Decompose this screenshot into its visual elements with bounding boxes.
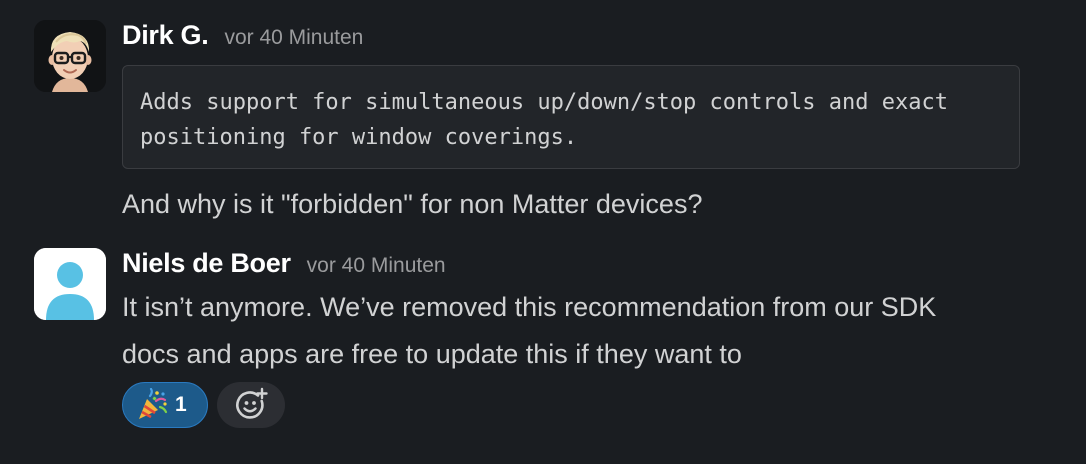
reaction-count: 1 bbox=[175, 393, 187, 416]
author-name[interactable]: Dirk G. bbox=[122, 20, 209, 51]
message-timestamp[interactable]: vor 40 Minuten bbox=[224, 26, 363, 50]
avatar-niels[interactable] bbox=[34, 248, 106, 320]
reaction-bar: 1 bbox=[122, 382, 285, 428]
reaction-party-popper[interactable]: 1 bbox=[122, 382, 208, 428]
message-text-line-2: docs and apps are free to update this if… bbox=[122, 339, 742, 369]
party-popper-icon bbox=[139, 388, 168, 419]
author-name[interactable]: Niels de Boer bbox=[122, 248, 291, 279]
add-emoji-icon bbox=[236, 387, 268, 419]
message-dirk: Dirk G. vor 40 Minuten Adds support for … bbox=[0, 0, 1086, 230]
message-niels: Niels de Boer vor 40 Minuten It isn’t an… bbox=[0, 230, 1086, 464]
message-header: Niels de Boer vor 40 Minuten bbox=[122, 248, 446, 279]
message-timestamp[interactable]: vor 40 Minuten bbox=[307, 254, 446, 278]
message-text: And why is it "forbidden" for non Matter… bbox=[122, 189, 703, 219]
code-block: Adds support for simultaneous up/down/st… bbox=[122, 65, 1020, 169]
memoji-avatar-icon bbox=[34, 20, 106, 92]
add-reaction-button[interactable] bbox=[217, 382, 285, 428]
avatar-dirk[interactable] bbox=[34, 20, 106, 92]
message-header: Dirk G. vor 40 Minuten bbox=[122, 20, 363, 51]
default-user-avatar-icon bbox=[34, 248, 106, 320]
message-text-line-1: It isn’t anymore. We’ve removed this rec… bbox=[122, 292, 937, 322]
